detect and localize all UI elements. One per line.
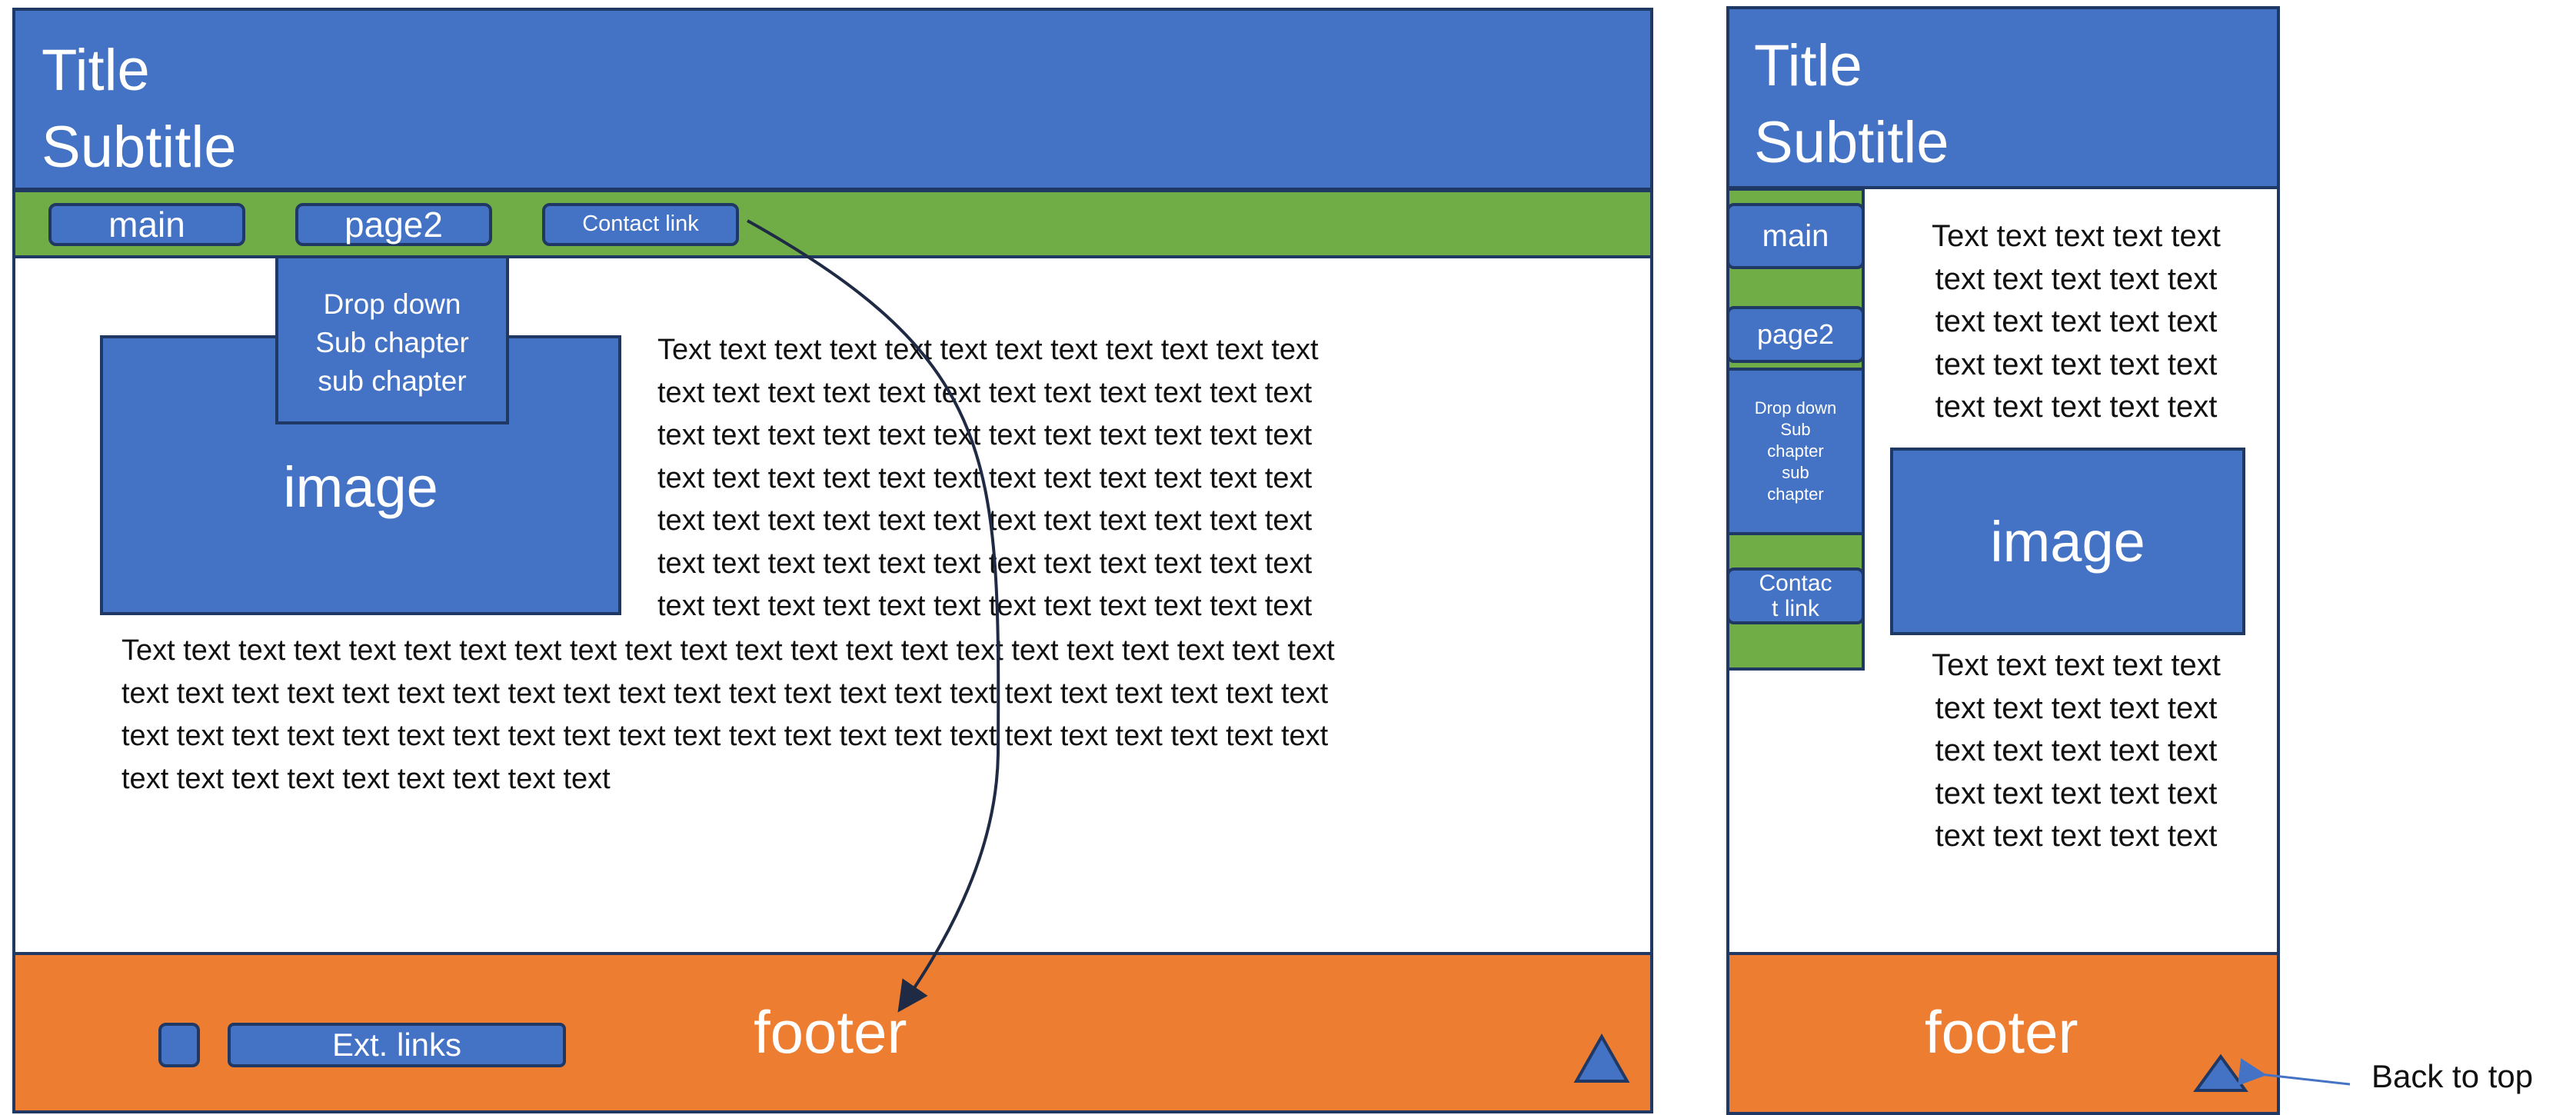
desktop-back-to-top-icon[interactable] bbox=[1573, 1033, 1630, 1083]
overlay-shapes bbox=[747, 219, 2351, 1092]
mobile-back-to-top-icon[interactable] bbox=[2193, 1053, 2248, 1092]
back-to-top-annotation-arrow bbox=[2238, 1058, 2351, 1086]
contact-to-footer-arrow bbox=[747, 219, 1000, 1013]
